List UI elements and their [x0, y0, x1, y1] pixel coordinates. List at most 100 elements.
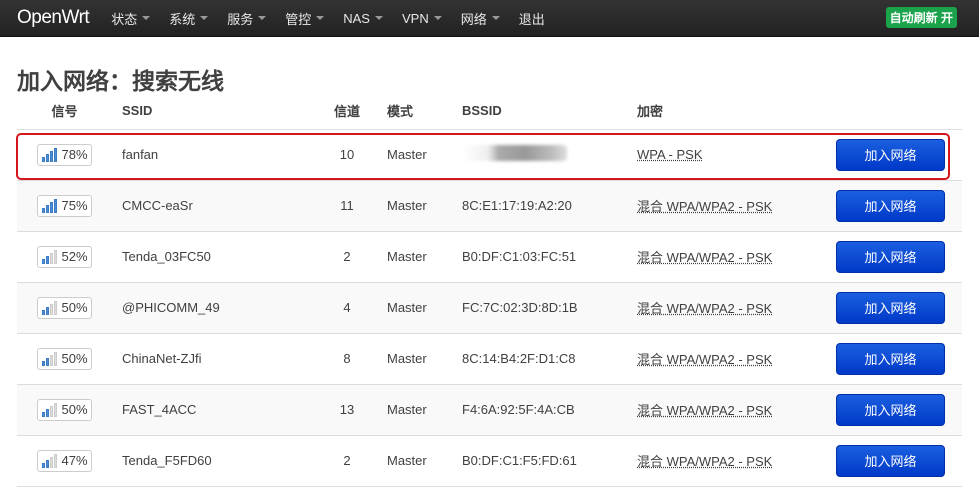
- menu-item[interactable]: VPN: [402, 9, 442, 28]
- mode: Master: [382, 435, 462, 487]
- menu-label: 管控: [285, 11, 312, 27]
- menu-item[interactable]: 服务: [227, 9, 267, 28]
- ssid: fanfan: [112, 129, 312, 181]
- signal-icon: [42, 147, 58, 162]
- signal-value: 78%: [61, 147, 88, 162]
- bssid: F4:6A:92:5F:4A:CB: [462, 384, 637, 436]
- signal-icon: [42, 351, 58, 366]
- join-network-button[interactable]: 加入网络: [836, 189, 945, 222]
- signal-bar: [42, 258, 46, 264]
- menu-label: NAS: [343, 10, 370, 26]
- signal-value: 75%: [61, 198, 88, 213]
- signal-bar: [46, 357, 50, 366]
- join-network-button[interactable]: 加入网络: [836, 240, 945, 273]
- bssid-value: 8C:14:B4:2F:D1:C8: [462, 351, 576, 366]
- signal-bar: [42, 156, 46, 162]
- bssid-value: B0:DF:C1:03:FC:51: [462, 249, 577, 264]
- wifi-scan-table: 信号 SSID 信道 模式 BSSID 加密 78% fanfan 10 Master W…: [17, 93, 962, 487]
- join-network-button[interactable]: 加入网络: [836, 291, 945, 324]
- join-network-button[interactable]: 加入网络: [836, 138, 945, 171]
- ssid: Tenda_F5FD60: [112, 435, 312, 487]
- mode: Master: [382, 180, 462, 232]
- column-header: 模式: [382, 93, 462, 130]
- menu-item-logout[interactable]: 退出: [519, 9, 545, 28]
- bssid-value: F4:6A:92:5F:4A:CB: [462, 402, 575, 417]
- bssid-value: B0:DF:C1:F5:FD:61: [462, 453, 577, 468]
- signal-bar: [54, 453, 58, 468]
- signal-indicator: 47%: [37, 449, 92, 472]
- signal-value: 47%: [61, 453, 88, 468]
- brand-logo[interactable]: OpenWrt: [17, 7, 90, 29]
- signal-bar: [46, 306, 50, 315]
- mode: Master: [382, 129, 462, 181]
- column-header: 信道: [312, 93, 382, 130]
- signal-indicator: 50%: [37, 347, 92, 370]
- mode: Master: [382, 282, 462, 334]
- signal-bar: [54, 198, 58, 213]
- ssid: FAST_4ACC: [112, 384, 312, 436]
- bssid: [462, 129, 637, 181]
- signal-value: 52%: [61, 249, 88, 264]
- column-header: 加密: [637, 93, 827, 130]
- encryption: WPA - PSK: [637, 147, 703, 162]
- bssid-value: 8C:E1:17:19:A2:20: [462, 198, 572, 213]
- signal-bar: [50, 405, 54, 417]
- signal-icon: [42, 300, 58, 315]
- table-row: 52% Tenda_03FC50 2 Master B0:DF:C1:03:FC…: [17, 231, 962, 283]
- menu-item[interactable]: 状态: [111, 9, 151, 28]
- caret-down-icon: [200, 16, 209, 20]
- channel: 10: [312, 129, 382, 181]
- signal-bar: [50, 201, 54, 213]
- bssid: 8C:E1:17:19:A2:20: [462, 180, 637, 232]
- bssid: FC:7C:02:3D:8D:1B: [462, 282, 637, 334]
- channel: 11: [312, 180, 382, 232]
- column-header: SSID: [112, 93, 312, 130]
- menu-item[interactable]: 系统: [169, 9, 209, 28]
- signal-bar: [50, 150, 54, 162]
- ssid: ChinaNet-ZJfi: [112, 333, 312, 385]
- table-header: 信号 SSID 信道 模式 BSSID 加密: [17, 93, 962, 130]
- menu-label: 服务: [227, 11, 254, 27]
- signal-value: 50%: [61, 402, 88, 417]
- encryption: 混合 WPA/WPA2 - PSK: [637, 403, 773, 418]
- top-navbar: OpenWrt 状态 系统 服务 管控 NAS VPN 网络 退出 自动刷新 开: [0, 0, 979, 37]
- signal-bar: [42, 309, 46, 315]
- signal-bar: [50, 252, 54, 264]
- signal-indicator: 78%: [37, 143, 92, 166]
- signal-bar: [46, 459, 50, 468]
- signal-icon: [42, 402, 58, 417]
- channel: 13: [312, 384, 382, 436]
- mode: Master: [382, 384, 462, 436]
- menu-item[interactable]: 管控: [285, 9, 325, 28]
- signal-bar: [42, 411, 46, 417]
- signal-bar: [46, 408, 50, 417]
- signal-bar: [46, 153, 50, 162]
- caret-down-icon: [491, 16, 500, 20]
- auto-refresh-toggle[interactable]: 自动刷新 开: [885, 7, 957, 28]
- menu-item[interactable]: 网络: [461, 9, 500, 28]
- table-row: 78% fanfan 10 Master WPA - PSK 加入网络: [17, 129, 962, 181]
- signal-bar: [50, 354, 54, 366]
- signal-icon: [42, 249, 58, 264]
- signal-bar: [54, 402, 58, 417]
- signal-bar: [42, 462, 46, 468]
- encryption: 混合 WPA/WPA2 - PSK: [637, 199, 773, 214]
- bssid: B0:DF:C1:F5:FD:61: [462, 435, 637, 487]
- signal-icon: [42, 453, 58, 468]
- ssid: Tenda_03FC50: [112, 231, 312, 283]
- join-network-button[interactable]: 加入网络: [836, 393, 945, 426]
- encryption: 混合 WPA/WPA2 - PSK: [637, 301, 773, 316]
- signal-indicator: 50%: [37, 296, 92, 319]
- bssid: B0:DF:C1:03:FC:51: [462, 231, 637, 283]
- bssid-value: FC:7C:02:3D:8D:1B: [462, 300, 578, 315]
- column-header: BSSID: [462, 93, 637, 130]
- mode: Master: [382, 231, 462, 283]
- signal-bar: [42, 207, 46, 213]
- join-network-button[interactable]: 加入网络: [836, 342, 945, 375]
- table-row: 75% CMCC-eaSr 11 Master 8C:E1:17:19:A2:2…: [17, 180, 962, 232]
- encryption: 混合 WPA/WPA2 - PSK: [637, 352, 773, 367]
- menu-item[interactable]: NAS: [343, 9, 383, 28]
- join-network-button[interactable]: 加入网络: [836, 444, 945, 477]
- redacted-bssid: [462, 145, 567, 161]
- channel: 2: [312, 231, 382, 283]
